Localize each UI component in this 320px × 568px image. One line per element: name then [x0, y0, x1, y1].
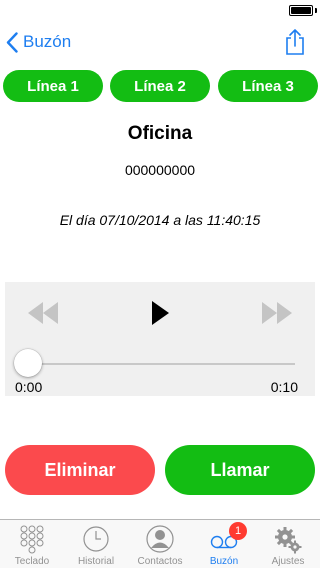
tab-label: Ajustes — [271, 556, 305, 567]
contact-number: 000000000 — [124, 162, 196, 178]
tab-history[interactable]: Historial — [64, 520, 128, 568]
call-button[interactable]: Llamar — [165, 445, 315, 495]
rewind-button[interactable] — [27, 300, 59, 331]
fast-forward-icon — [262, 302, 292, 324]
tab-label: Teclado — [14, 556, 50, 567]
slider-thumb[interactable] — [14, 349, 42, 377]
tab-settings[interactable]: Ajustes — [256, 520, 320, 568]
contact-name: Oficina — [127, 123, 193, 144]
rewind-icon — [28, 302, 58, 324]
chevron-left-icon — [6, 31, 18, 53]
tab-keypad[interactable]: Teclado — [0, 520, 64, 568]
tab-contacts[interactable]: Contactos — [128, 520, 192, 568]
tab-bar: Teclado Historial Contactos 1 Buzón Ajus… — [0, 519, 320, 568]
tab-voicemail[interactable]: 1 Buzón — [192, 520, 256, 568]
audio-player: 0:00 0:10 — [5, 282, 315, 396]
battery-icon — [289, 5, 313, 16]
fast-forward-button[interactable] — [261, 300, 293, 331]
line-3-button[interactable]: Línea 3 — [218, 70, 318, 102]
elapsed-time: 0:00 — [15, 379, 43, 395]
back-button[interactable]: Buzón — [6, 28, 71, 56]
share-icon — [286, 29, 304, 55]
status-bar — [0, 0, 320, 20]
delete-button[interactable]: Eliminar — [5, 445, 155, 495]
play-icon — [152, 301, 169, 325]
message-date: El día 07/10/2014 a las 11:40:15 — [59, 212, 261, 228]
tab-label: Contactos — [137, 556, 183, 567]
play-button[interactable] — [150, 299, 170, 332]
line-selector: Línea 1 Línea 2 Línea 3 — [0, 70, 320, 102]
voicemail-badge: 1 — [229, 522, 247, 540]
back-button-label: Buzón — [23, 32, 72, 51]
progress-slider[interactable] — [27, 363, 295, 365]
contact-icon — [146, 525, 174, 553]
tab-label: Buzón — [209, 556, 239, 567]
gear-icon — [275, 527, 302, 554]
line-1-button[interactable]: Línea 1 — [3, 70, 103, 102]
clock-icon — [83, 526, 109, 552]
total-time: 0:10 — [270, 379, 298, 395]
tab-label: Historial — [77, 556, 115, 567]
keypad-icon — [20, 525, 44, 554]
line-2-button[interactable]: Línea 2 — [110, 70, 210, 102]
nav-bar: Buzón — [0, 20, 320, 64]
share-button[interactable] — [284, 28, 306, 56]
